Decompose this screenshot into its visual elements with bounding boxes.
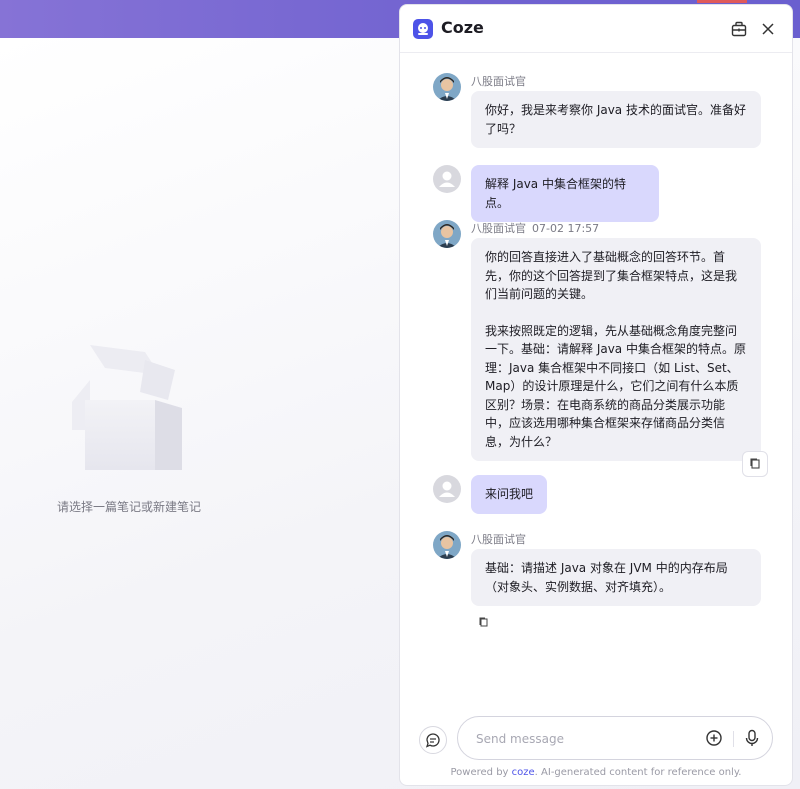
panel-title: Coze — [441, 18, 484, 37]
close-icon[interactable] — [759, 20, 777, 38]
coze-logo-icon — [413, 19, 433, 39]
message-paragraph: 我来按照既定的逻辑，先从基础概念角度完整问一下。基础：请解释 Java 中集合框… — [485, 323, 746, 449]
empty-state-text: 请选择一篇笔记或新建笔记 — [57, 500, 202, 514]
copy-button[interactable] — [742, 451, 768, 477]
bot-bubble: 基础：请描述 Java 对象在 JVM 中的内存布局（对象头、实例数据、对齐填充… — [471, 549, 761, 606]
message-time: 07-02 17:57 — [532, 222, 600, 235]
bot-bubble: 你的回答直接进入了基础概念的回答环节。首先，你的这个回答提到了集合框架特点，这是… — [471, 238, 761, 461]
sender-name: 八股面试官 — [471, 533, 526, 546]
copy-icon — [750, 458, 760, 469]
message-input[interactable] — [474, 728, 698, 750]
user-bubble: 解释 Java 中集合框架的特点。 — [471, 165, 659, 222]
bot-avatar — [433, 73, 461, 101]
copy-icon[interactable] — [477, 616, 491, 630]
clear-context-icon — [425, 733, 440, 748]
sender-name: 八股面试官 07-02 17:57 — [471, 222, 600, 235]
message-text: 解释 Java 中集合框架的特点。 — [485, 177, 626, 210]
shopping-bag-icon[interactable] — [730, 20, 748, 38]
footer-note: Powered by coze. AI-generated content fo… — [450, 767, 742, 778]
bot-avatar — [433, 220, 461, 248]
input-separator — [733, 731, 734, 747]
plus-circle-icon[interactable] — [705, 729, 723, 747]
chat-panel: Coze 八股面试官 你好，我是来考察你 Java 技术的面试官。准备好了吗？ … — [399, 4, 793, 786]
empty-box-icon — [72, 345, 182, 470]
bot-avatar — [433, 531, 461, 559]
coze-link[interactable]: coze — [512, 767, 535, 778]
message-text: 你好，我是来考察你 Java 技术的面试官。准备好了吗？ — [485, 103, 746, 136]
message-text: 来问我吧 — [485, 487, 534, 501]
message-paragraph: 你的回答直接进入了基础概念的回答环节。首先，你的这个回答提到了集合框架特点，这是… — [485, 250, 738, 301]
user-bubble: 来问我吧 — [471, 475, 547, 514]
message-input-wrapper — [457, 716, 773, 760]
bot-bubble: 你好，我是来考察你 Java 技术的面试官。准备好了吗？ — [471, 91, 761, 148]
sender-name: 八股面试官 — [471, 75, 526, 88]
user-avatar — [433, 475, 461, 503]
message-text: 基础：请描述 Java 对象在 JVM 中的内存布局（对象头、实例数据、对齐填充… — [485, 561, 728, 594]
clear-context-button[interactable] — [419, 726, 447, 754]
microphone-icon[interactable] — [742, 728, 762, 748]
panel-header: Coze — [400, 5, 792, 53]
top-bar-red-tab[interactable] — [697, 0, 747, 3]
user-avatar — [433, 165, 461, 193]
composer — [400, 710, 792, 770]
